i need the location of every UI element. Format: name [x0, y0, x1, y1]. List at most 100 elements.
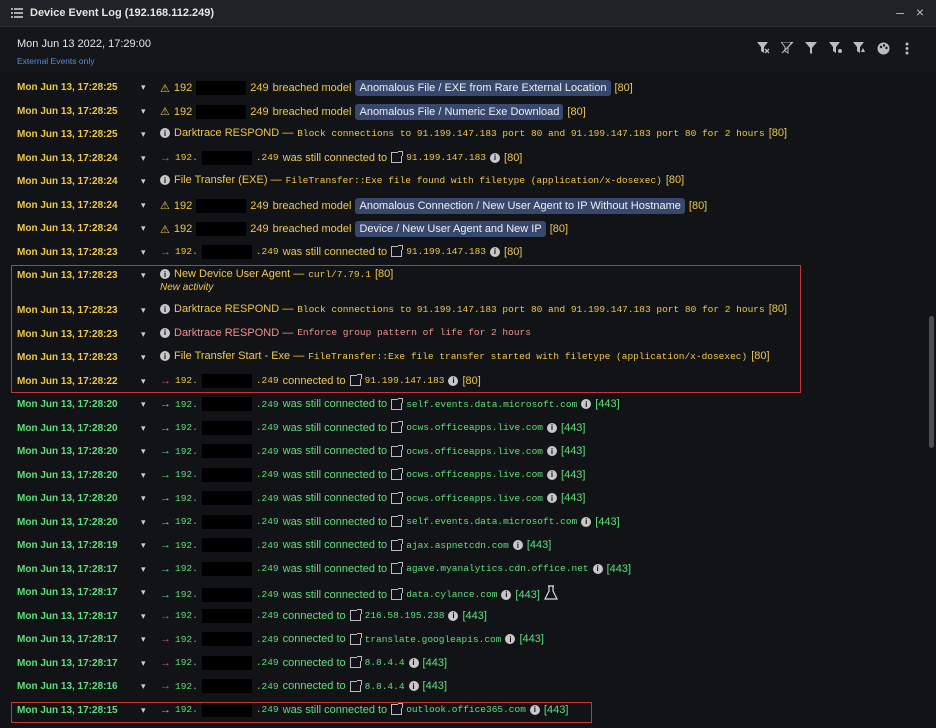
- chevron-down-icon[interactable]: ▾: [141, 634, 146, 645]
- model-pill[interactable]: Anomalous File / Numeric Exe Download: [355, 103, 564, 120]
- filter-icon[interactable]: [804, 41, 818, 55]
- event-row[interactable]: Mon Jun 13, 17:28:17 ▾ → 192. .249 connected …: [0, 628, 920, 652]
- flask-icon[interactable]: [543, 585, 558, 604]
- external-link-icon[interactable]: [391, 245, 404, 257]
- model-pill[interactable]: Anomalous File / EXE from Rare External …: [355, 80, 611, 96]
- chevron-down-icon[interactable]: ▾: [141, 587, 146, 598]
- info-icon[interactable]: i: [160, 175, 170, 185]
- chevron-down-icon[interactable]: ▾: [141, 106, 146, 117]
- external-link-icon[interactable]: [391, 397, 404, 410]
- filter-remove-icon[interactable]: [756, 41, 770, 55]
- info-icon[interactable]: i: [547, 493, 558, 503]
- info-icon[interactable]: i: [547, 469, 558, 480]
- event-row[interactable]: Mon Jun 13, 17:28:20 ▾ → 192. .249 was still …: [0, 464, 920, 488]
- chevron-down-icon[interactable]: ▾: [141, 611, 146, 622]
- info-icon[interactable]: i: [547, 422, 558, 433]
- event-row[interactable]: Mon Jun 13, 17:28:20 ▾ → 192. .249 was still …: [0, 440, 920, 464]
- list-menu-icon[interactable]: [10, 6, 24, 20]
- minimize-button[interactable]: –: [896, 4, 904, 20]
- filter-breach-icon[interactable]: [852, 41, 866, 55]
- event-row[interactable]: Mon Jun 13, 17:28:17 ▾ → 192. .249 connected …: [0, 652, 920, 676]
- info-icon[interactable]: i: [490, 246, 501, 257]
- destination[interactable]: 91.199.147.183: [406, 246, 486, 257]
- close-button[interactable]: ×: [916, 4, 924, 20]
- info-icon[interactable]: i: [501, 589, 512, 600]
- info-icon[interactable]: i: [408, 657, 419, 668]
- destination[interactable]: agave.myanalytics.cdn.office.net: [406, 563, 588, 574]
- info-icon[interactable]: i: [408, 681, 419, 691]
- palette-icon[interactable]: [876, 41, 890, 55]
- event-row[interactable]: Mon Jun 13, 17:28:17 ▾ → 192. .249 was still …: [0, 581, 920, 605]
- info-icon[interactable]: i: [581, 399, 592, 409]
- event-row[interactable]: Mon Jun 13, 17:28:20 ▾ → 192. .249 was still …: [0, 417, 920, 441]
- external-link-icon[interactable]: [349, 632, 362, 645]
- event-row[interactable]: Mon Jun 13, 17:28:25 ▾ ⚠ 192 249 breached mod…: [0, 100, 920, 124]
- chevron-down-icon[interactable]: ▾: [141, 129, 146, 140]
- destination[interactable]: ajax.aspnetcdn.com: [406, 540, 509, 551]
- event-row[interactable]: Mon Jun 13, 17:28:20 ▾ → 192. .249 was still …: [0, 487, 920, 511]
- external-link-icon[interactable]: [391, 468, 404, 480]
- info-icon[interactable]: i: [592, 563, 603, 574]
- external-link-icon[interactable]: [391, 491, 404, 504]
- event-row[interactable]: Mon Jun 13, 17:28:17 ▾ → 192. .249 was still …: [0, 558, 920, 582]
- external-link-icon[interactable]: [349, 679, 362, 692]
- event-row[interactable]: Mon Jun 13, 17:28:20 ▾ → 192. .249 was still …: [0, 393, 920, 417]
- destination[interactable]: 8.8.4.4: [365, 681, 405, 692]
- event-row[interactable]: Mon Jun 13, 17:28:24 ▾ → 192. .249 was still …: [0, 147, 920, 171]
- chevron-down-icon[interactable]: ▾: [141, 446, 146, 457]
- info-icon[interactable]: i: [547, 446, 558, 456]
- external-link-icon[interactable]: [391, 515, 404, 527]
- external-link-icon[interactable]: [391, 588, 404, 600]
- external-link-icon[interactable]: [391, 444, 404, 457]
- destination[interactable]: 91.199.147.183: [406, 152, 486, 163]
- filter-models-icon[interactable]: [828, 41, 842, 55]
- chevron-down-icon[interactable]: ▾: [141, 82, 146, 93]
- external-link-icon[interactable]: [391, 562, 404, 574]
- chevron-down-icon[interactable]: ▾: [141, 223, 146, 234]
- event-row[interactable]: Mon Jun 13, 17:28:24 ▾ ⚠ 192 249 breached mod…: [0, 217, 920, 241]
- chevron-down-icon[interactable]: ▾: [141, 153, 146, 164]
- event-row[interactable]: Mon Jun 13, 17:28:25 ▾ ⚠ 192 249 breached mod…: [0, 76, 920, 100]
- info-icon[interactable]: i: [512, 540, 523, 550]
- external-link-icon[interactable]: [391, 538, 404, 551]
- external-link-icon[interactable]: [391, 421, 404, 433]
- external-link-icon[interactable]: [391, 151, 404, 163]
- chevron-down-icon[interactable]: ▾: [141, 399, 146, 410]
- external-link-icon[interactable]: [349, 609, 362, 621]
- event-row[interactable]: Mon Jun 13, 17:28:24 ▾ i File Transfer (EXE…: [0, 170, 920, 194]
- destination[interactable]: ocws.officeapps.live.com: [406, 422, 543, 433]
- destination[interactable]: 8.8.4.4: [365, 657, 405, 668]
- info-icon[interactable]: i: [505, 634, 516, 644]
- scrollbar[interactable]: [929, 316, 934, 448]
- destination[interactable]: translate.googleapis.com: [365, 634, 502, 645]
- event-row[interactable]: Mon Jun 13, 17:28:25 ▾ i Darktrace RESPOND …: [0, 123, 920, 147]
- chevron-down-icon[interactable]: ▾: [141, 540, 146, 551]
- chevron-down-icon[interactable]: ▾: [141, 493, 146, 504]
- info-icon[interactable]: i: [490, 152, 501, 163]
- chevron-down-icon[interactable]: ▾: [141, 200, 146, 211]
- chevron-down-icon[interactable]: ▾: [141, 470, 146, 481]
- chevron-down-icon[interactable]: ▾: [141, 564, 146, 575]
- info-icon[interactable]: i: [448, 610, 459, 621]
- event-row[interactable]: Mon Jun 13, 17:28:16 ▾ → 192. .249 connected …: [0, 675, 920, 699]
- event-row[interactable]: Mon Jun 13, 17:28:23 ▾ → 192. .249 was still …: [0, 241, 920, 265]
- external-link-icon[interactable]: [349, 656, 362, 668]
- more-vert-icon[interactable]: [900, 41, 914, 55]
- destination[interactable]: data.cylance.com: [406, 589, 497, 600]
- chevron-down-icon[interactable]: ▾: [141, 247, 146, 258]
- destination[interactable]: self.events.data.microsoft.com: [406, 516, 577, 527]
- destination[interactable]: 216.58.195.238: [365, 610, 445, 621]
- destination[interactable]: ocws.officeapps.live.com: [406, 469, 543, 480]
- chevron-down-icon[interactable]: ▾: [141, 176, 146, 187]
- destination[interactable]: self.events.data.microsoft.com: [406, 399, 577, 410]
- info-icon[interactable]: i: [581, 516, 592, 527]
- event-row[interactable]: Mon Jun 13, 17:28:24 ▾ ⚠ 192 249 breached mod…: [0, 194, 920, 218]
- info-icon[interactable]: i: [160, 128, 170, 138]
- model-pill[interactable]: Anomalous Connection / New User Agent to…: [355, 197, 685, 214]
- chevron-down-icon[interactable]: ▾: [141, 658, 146, 669]
- event-row[interactable]: Mon Jun 13, 17:28:19 ▾ → 192. .249 was still …: [0, 534, 920, 558]
- event-row[interactable]: Mon Jun 13, 17:28:20 ▾ → 192. .249 was still …: [0, 511, 920, 535]
- filter-status[interactable]: External Events only: [17, 56, 94, 66]
- filter-clear-icon[interactable]: [780, 41, 794, 55]
- event-row[interactable]: Mon Jun 13, 17:28:17 ▾ → 192. .249 connected …: [0, 605, 920, 629]
